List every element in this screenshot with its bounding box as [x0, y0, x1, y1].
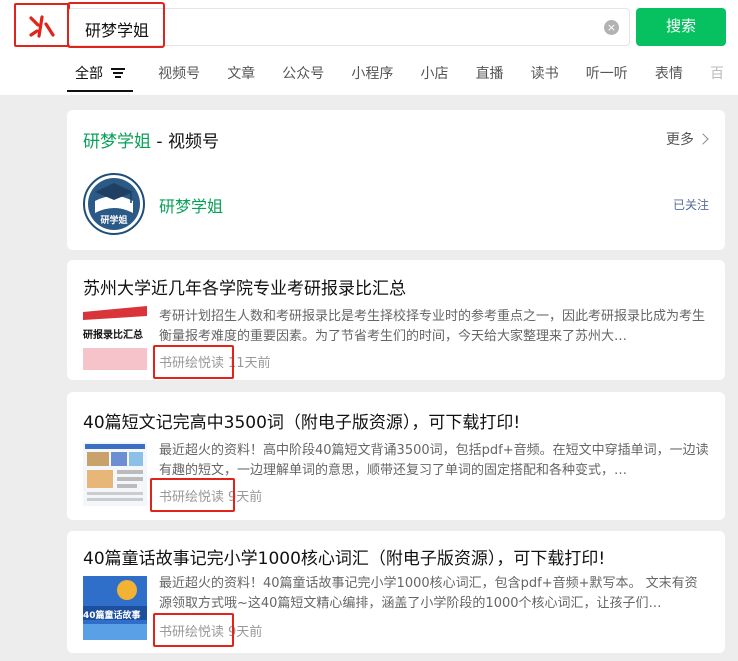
article-snippet: 最近超火的资料！高中阶段40篇短文背诵3500词，包括pdf+音频。在短文中穿插…: [159, 443, 709, 478]
source-highlight: [150, 478, 235, 512]
wechat-search-logo[interactable]: [14, 3, 70, 47]
tab-listen[interactable]: 听一听: [586, 60, 628, 92]
search-query-highlight: [67, 2, 165, 48]
tab-all[interactable]: 全部: [67, 60, 133, 92]
more-link[interactable]: 更多: [666, 129, 709, 149]
thumbnail-image: [83, 442, 147, 506]
article-title[interactable]: 40篇童话故事记完小学1000核心词汇（附电子版资源），可下载打印!: [83, 544, 605, 569]
channel-result-card: 研梦学姐 - 视频号 更多 研学姐 研梦学姐 已关注: [67, 110, 725, 250]
search-button[interactable]: 搜索: [636, 8, 726, 46]
avatar[interactable]: 研学姐: [83, 173, 145, 235]
tab-stickers[interactable]: 表情: [655, 60, 683, 92]
article-title[interactable]: 40篇短文记完高中3500词（附电子版资源），可下载打印!: [83, 408, 520, 433]
tab-articles[interactable]: 文章: [227, 60, 255, 92]
clear-icon[interactable]: ×: [604, 20, 619, 35]
article-thumbnail[interactable]: [83, 442, 147, 506]
article-result-card[interactable]: 40篇童话故事记完小学1000核心词汇（附电子版资源），可下载打印! 40篇童话…: [67, 531, 725, 653]
article-snippet: 最近超火的资料！40篇童话故事记完小学1000核心词汇，包含pdf+音频+默写本…: [159, 576, 698, 611]
title-highlight: 研梦学姐: [83, 132, 151, 152]
tab-shops[interactable]: 小店: [420, 60, 448, 92]
source-highlight: [153, 613, 234, 647]
search-logo-icon: [29, 15, 55, 38]
article-snippet: 考研计划招生人数和考研报录比是考生择校择专业时的参考重点之一，因此考研报录比成为…: [159, 309, 706, 344]
tab-books[interactable]: 读书: [531, 60, 559, 92]
thumbnail-caption: 研报录比汇总: [83, 330, 143, 341]
article-result-card[interactable]: 苏州大学近几年各学院专业考研报录比汇总 研报录比汇总 考研计划招生人数和考研报录…: [67, 260, 725, 380]
article-result-card[interactable]: 40篇短文记完高中3500词（附电子版资源），可下载打印! 最近超火的资料！高中…: [67, 392, 725, 520]
tab-channels[interactable]: 视频号: [158, 60, 200, 92]
tab-mini-programs[interactable]: 小程序: [351, 60, 393, 92]
tab-label: 全部: [75, 66, 103, 82]
article-thumbnail[interactable]: 研报录比汇总: [83, 306, 147, 370]
source-highlight: [153, 345, 234, 379]
title-suffix: - 视频号: [151, 132, 219, 152]
tab-official-accounts[interactable]: 公众号: [282, 60, 324, 92]
channel-card-title[interactable]: 研梦学姐 - 视频号: [83, 127, 219, 152]
channel-name[interactable]: 研梦学姐: [159, 193, 223, 217]
article-title[interactable]: 苏州大学近几年各学院专业考研报录比汇总: [83, 274, 406, 299]
more-label: 更多: [666, 132, 694, 148]
thumbnail-caption: 40篇童话故事: [83, 611, 141, 621]
article-thumbnail[interactable]: 40篇童话故事: [83, 576, 147, 640]
follow-status[interactable]: 已关注: [673, 196, 709, 213]
chevron-right-icon: [697, 133, 709, 145]
search-header: 研梦学姐 × 搜索 全部 视频号 文章 公众号 小程序 小店 直播 读书 听一听…: [0, 0, 738, 95]
category-tabs: 全部 视频号 文章 公众号 小程序 小店 直播 读书 听一听 表情 百: [67, 60, 738, 92]
tab-live[interactable]: 直播: [476, 60, 504, 92]
avatar-text: 研学姐: [100, 216, 128, 226]
filter-icon[interactable]: [111, 68, 125, 79]
tab-more-cut[interactable]: 百: [710, 60, 724, 92]
article-time: 11天前: [228, 356, 271, 371]
